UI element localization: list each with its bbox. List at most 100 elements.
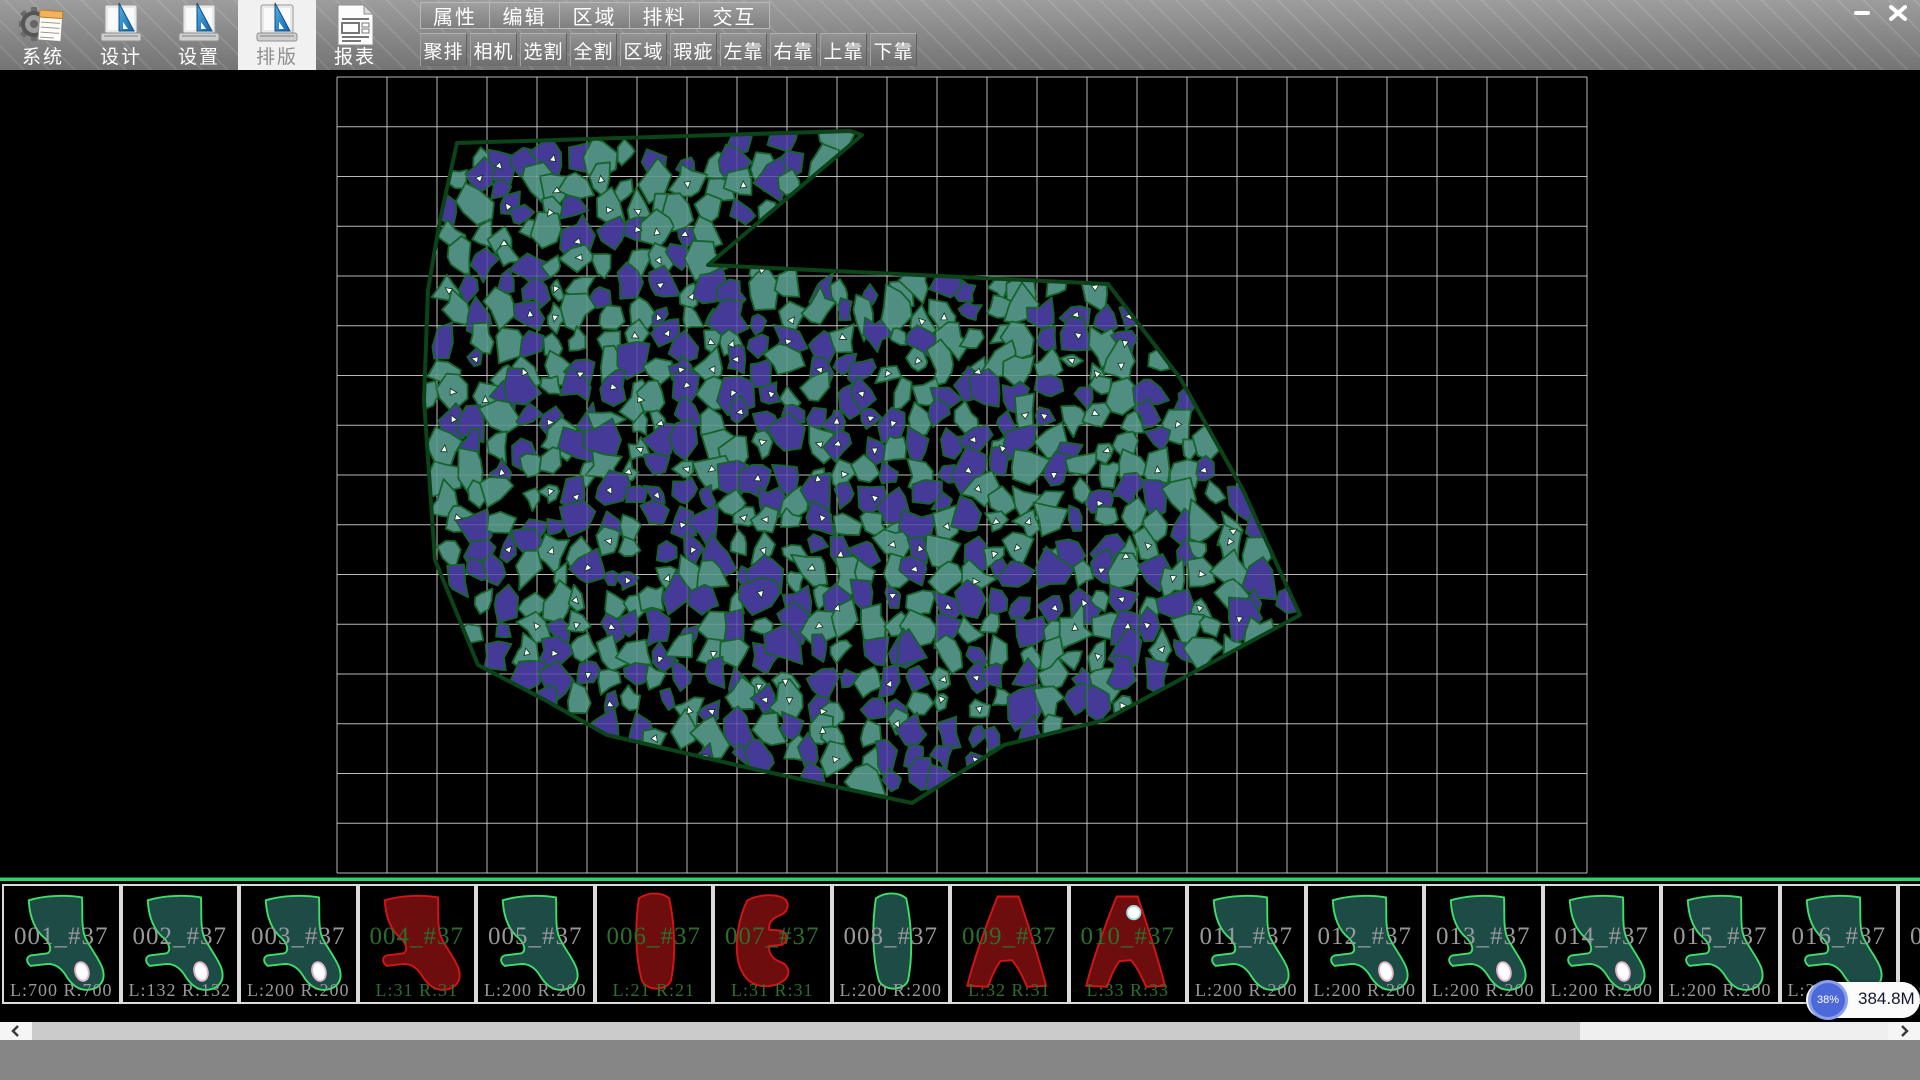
piece-count-label: L:200 R:200 xyxy=(834,980,949,1001)
piece-id-label: 016_#37 xyxy=(1782,923,1897,951)
bottom-status-bar xyxy=(0,1040,1920,1080)
piece-count-label: L:200 R:200 xyxy=(1663,980,1778,1001)
toolbtn-snap-left[interactable]: 左靠 xyxy=(720,33,767,66)
piece-count-label: L:700 R:700 xyxy=(4,980,119,1001)
toolbtn-cluster-nest[interactable]: 聚排 xyxy=(420,33,467,66)
application-window: 系统 设计 设置 排版 xyxy=(0,0,1920,1080)
menu-region[interactable]: 区域 xyxy=(560,2,630,29)
toolbtn-cut-all[interactable]: 全割 xyxy=(570,33,617,66)
thumbnail-cell[interactable]: 007_#37 L:31 R:31 xyxy=(713,884,832,1004)
toolbtn-snap-right[interactable]: 右靠 xyxy=(770,33,817,66)
piece-count-label: L:200 R:200 xyxy=(1308,980,1423,1001)
tab-label: 排版 xyxy=(238,48,316,68)
thumbnail-cell[interactable]: 010_#37 L:33 R:33 xyxy=(1069,884,1188,1004)
thumbnail-cell[interactable]: 003_#37 L:200 R:200 xyxy=(239,884,358,1004)
piece-count-label: L:31 R:31 xyxy=(360,980,475,1001)
horizontal-scrollbar[interactable] xyxy=(0,1022,1920,1040)
piece-id-label: 017_#37 xyxy=(1900,923,1920,951)
thumbnail-cell[interactable]: 001_#37 L:700 R:700 xyxy=(2,884,121,1004)
tab-report[interactable]: 报表 xyxy=(316,0,394,70)
piece-id-label: 003_#37 xyxy=(241,923,356,951)
main-toolbar: 系统 设计 设置 排版 xyxy=(0,0,1920,73)
piece-count-label: L:200 R:200 xyxy=(478,980,593,1001)
thumbnail-cell[interactable]: 005_#37 L:200 R:200 xyxy=(476,884,595,1004)
thumbnail-cell[interactable]: 009_#37 L:32 R:31 xyxy=(950,884,1069,1004)
toolbtn-snap-up[interactable]: 上靠 xyxy=(820,33,867,66)
toolbtn-defect[interactable]: 瑕疵 xyxy=(670,33,717,66)
chevron-right-icon xyxy=(1897,1022,1911,1040)
thumbnail-cells: 001_#37 L:700 R:700 002_#37 L:132 R:132 … xyxy=(0,884,1920,1004)
tab-design[interactable]: 设计 xyxy=(82,0,160,70)
progress-percent: 38% xyxy=(1817,994,1839,1006)
tab-label: 设计 xyxy=(82,48,160,68)
tab-label: 报表 xyxy=(316,48,394,68)
scroll-left-button[interactable] xyxy=(0,1022,32,1040)
menu-bar: 属性编辑区域排料交互 xyxy=(420,2,770,29)
piece-count-label: L:31 R:31 xyxy=(715,980,830,1001)
piece-id-label: 015_#37 xyxy=(1663,923,1778,951)
thumbnail-cell[interactable]: 006_#37 L:21 R:21 xyxy=(595,884,714,1004)
thumbnail-cell[interactable]: 004_#37 L:31 R:31 xyxy=(358,884,477,1004)
gear-notepad-icon xyxy=(4,2,82,48)
toolbtn-cut-selected[interactable]: 选割 xyxy=(520,33,567,66)
piece-count-label: L:33 R:33 xyxy=(1071,980,1186,1001)
progress-percent-badge: 38% xyxy=(1808,980,1848,1020)
thumbnail-cell[interactable]: 012_#37 L:200 R:200 xyxy=(1306,884,1425,1004)
tab-nesting[interactable]: 排版 xyxy=(238,0,316,70)
thumbnail-cell[interactable]: 014_#37 L:200 R:200 xyxy=(1543,884,1662,1004)
strip-green-divider xyxy=(0,878,1920,881)
piece-id-label: 006_#37 xyxy=(597,923,712,951)
tab-system[interactable]: 系统 xyxy=(4,0,82,70)
piece-id-label: 013_#37 xyxy=(1426,923,1541,951)
thumbnail-cell[interactable]: 002_#37 L:132 R:132 xyxy=(121,884,240,1004)
close-button[interactable] xyxy=(1882,2,1914,24)
piece-count-label: L:200 R:200 xyxy=(1426,980,1541,1001)
piece-id-label: 008_#37 xyxy=(834,923,949,951)
toolbtn-area[interactable]: 区域 xyxy=(620,33,667,66)
piece-count-label: L:200 R:200 xyxy=(1545,980,1660,1001)
piece-count-label: L:32 R:31 xyxy=(952,980,1067,1001)
piece-count-label: L:132 R:132 xyxy=(123,980,238,1001)
menu-properties[interactable]: 属性 xyxy=(420,2,490,29)
piece-count-label: L:200 R:200 xyxy=(241,980,356,1001)
piece-id-label: 011_#37 xyxy=(1189,923,1304,951)
laptop-ruler-icon xyxy=(160,2,238,48)
menu-edit[interactable]: 编辑 xyxy=(490,2,560,29)
thumbnail-cell[interactable]: 015_#37 L:200 R:200 xyxy=(1661,884,1780,1004)
tab-label: 设置 xyxy=(160,48,238,68)
toolbtn-camera[interactable]: 相机 xyxy=(470,33,517,66)
piece-id-label: 010_#37 xyxy=(1071,923,1186,951)
nesting-drawing xyxy=(0,73,1920,877)
thumbnail-cell[interactable]: 008_#37 L:200 R:200 xyxy=(832,884,951,1004)
piece-thumbnail-strip: 001_#37 L:700 R:700 002_#37 L:132 R:132 … xyxy=(0,877,1920,1008)
thumbnail-cell[interactable]: 013_#37 L:200 R:200 xyxy=(1424,884,1543,1004)
piece-id-label: 004_#37 xyxy=(360,923,475,951)
minimize-button[interactable] xyxy=(1846,2,1878,24)
piece-id-label: 001_#37 xyxy=(4,923,119,951)
thumbnail-cell[interactable]: 011_#37 L:200 R:200 xyxy=(1187,884,1306,1004)
report-doc-icon xyxy=(316,2,394,48)
scrollbar-thumb[interactable] xyxy=(32,1022,1580,1040)
piece-id-label: 007_#37 xyxy=(715,923,830,951)
piece-id-label: 012_#37 xyxy=(1308,923,1423,951)
tool-button-row: 聚排相机选割全割区域瑕疵左靠右靠上靠下靠 xyxy=(420,33,917,66)
tab-label: 系统 xyxy=(4,48,82,68)
nesting-canvas[interactable] xyxy=(0,73,1920,877)
piece-id-label: 009_#37 xyxy=(952,923,1067,951)
minimize-icon xyxy=(1853,9,1871,17)
chevron-left-icon xyxy=(9,1022,23,1040)
laptop-ruler-icon xyxy=(82,2,160,48)
piece-count-label: L:21 R:21 xyxy=(597,980,712,1001)
menu-interact[interactable]: 交互 xyxy=(700,2,770,29)
memory-usage-value: 384.8M xyxy=(1858,989,1915,1009)
menu-nest[interactable]: 排料 xyxy=(630,2,700,29)
toolbtn-snap-down[interactable]: 下靠 xyxy=(870,33,917,66)
piece-id-label: 002_#37 xyxy=(123,923,238,951)
close-icon xyxy=(1889,5,1907,21)
scroll-right-button[interactable] xyxy=(1888,1022,1920,1040)
laptop-ruler-icon xyxy=(238,2,316,48)
tab-settings[interactable]: 设置 xyxy=(160,0,238,70)
piece-count-label: L:200 R:200 xyxy=(1189,980,1304,1001)
memory-status-bubble: 38% 384.8M xyxy=(1806,982,1920,1018)
piece-id-label: 014_#37 xyxy=(1545,923,1660,951)
